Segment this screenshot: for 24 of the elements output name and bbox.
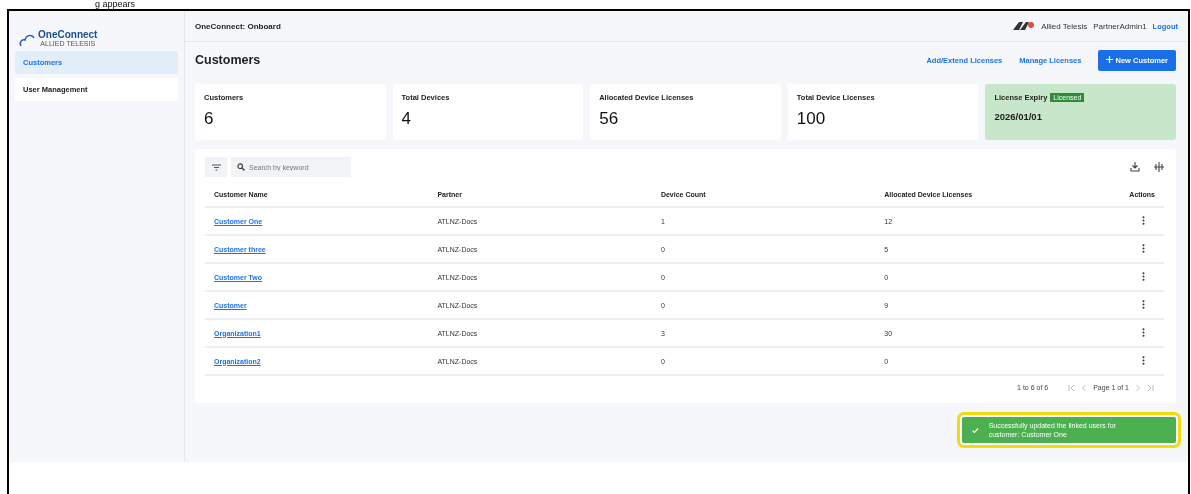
- user-name: PartnerAdmin1: [1093, 21, 1147, 31]
- brand-name: Allied Telesis: [1041, 21, 1088, 31]
- more-icon[interactable]: [1142, 216, 1145, 225]
- stat-value: 56: [599, 109, 620, 129]
- stat-value: 100: [796, 109, 827, 129]
- caption-text: g appears: [95, 0, 136, 9]
- page-title: Customers: [195, 53, 261, 67]
- check-icon: [972, 426, 979, 434]
- plus-icon: [1106, 55, 1114, 63]
- more-icon[interactable]: [1142, 244, 1145, 253]
- columns-icon[interactable]: [1154, 162, 1164, 172]
- logo-name: OneConnect: [38, 29, 98, 40]
- download-icon[interactable]: [1130, 162, 1140, 172]
- more-icon[interactable]: [1142, 356, 1145, 365]
- filter-icon: [211, 163, 221, 171]
- more-icon[interactable]: [1142, 328, 1145, 337]
- more-icon[interactable]: [1142, 300, 1145, 309]
- cloud-logo-icon: [19, 33, 37, 47]
- app-title: OneConnect: Onboard: [195, 21, 281, 31]
- brand-logo-icon: [1013, 22, 1036, 30]
- stat-value: 2026/01/01: [994, 111, 1043, 122]
- stat-value: 6: [204, 109, 215, 129]
- stat-value: 4: [401, 109, 413, 129]
- more-icon[interactable]: [1142, 272, 1145, 281]
